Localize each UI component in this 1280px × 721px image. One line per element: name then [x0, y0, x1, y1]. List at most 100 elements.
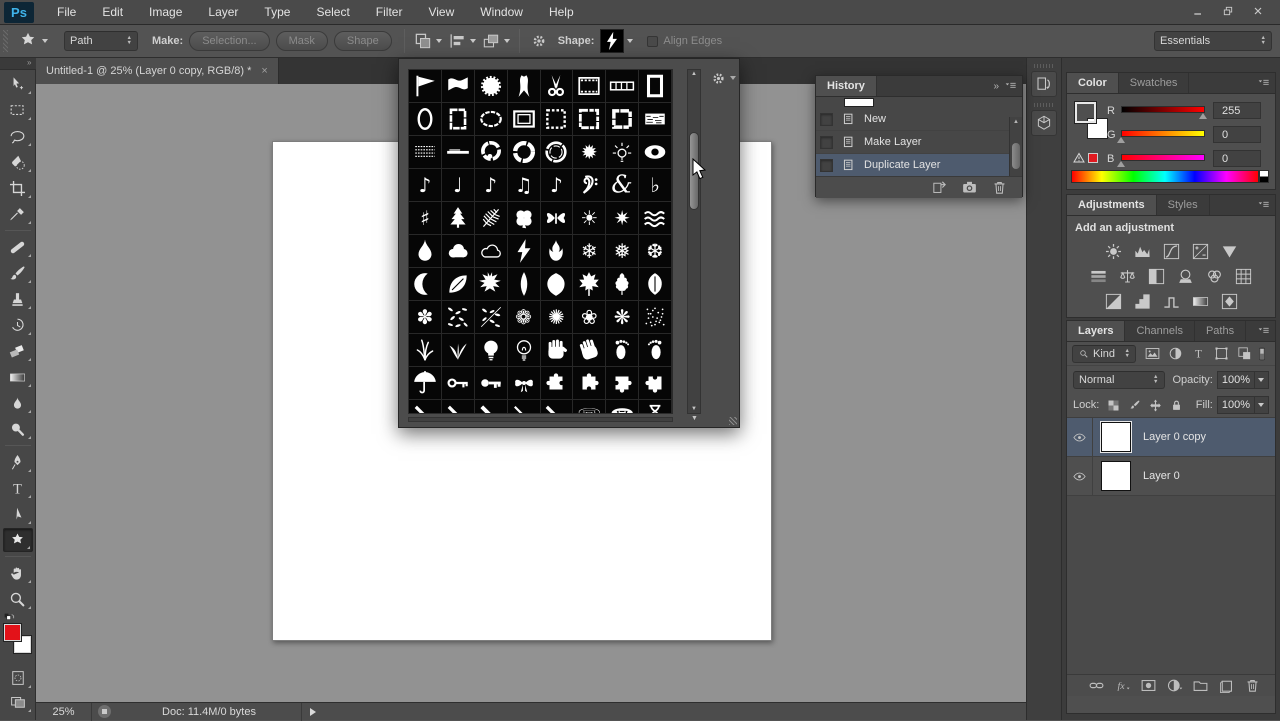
menu-select[interactable]: Select — [303, 1, 362, 23]
shape-clover[interactable] — [508, 202, 541, 235]
shape-stamp-frame[interactable] — [541, 103, 574, 136]
shape-key-1[interactable] — [442, 367, 475, 400]
toolbar-collapse-button[interactable]: » — [0, 58, 36, 70]
arrange-paths-icon[interactable] — [480, 29, 512, 53]
filter-picture-icon[interactable] — [1142, 345, 1162, 363]
shape-fire[interactable] — [541, 235, 574, 268]
make-button-selection[interactable]: Selection... — [189, 31, 269, 51]
align-edges-checkbox[interactable] — [647, 36, 658, 47]
tool-brush[interactable] — [3, 261, 33, 285]
shape-grass-2[interactable] — [442, 334, 475, 367]
shape-scattered-leaves-1[interactable] — [442, 301, 475, 334]
tool-mode-select[interactable]: Path — [64, 31, 138, 51]
close-icon[interactable]: × — [261, 65, 267, 77]
filter-shape-icon[interactable] — [1211, 345, 1231, 363]
shape-scattered-leaves-2[interactable] — [475, 301, 508, 334]
shape-bow[interactable] — [508, 367, 541, 400]
shape-oval-frame[interactable] — [409, 103, 442, 136]
adjustment-levels-icon[interactable] — [1131, 241, 1153, 261]
tab-adjustments[interactable]: Adjustments — [1067, 195, 1157, 215]
shape-eighth-note[interactable]: ♪ — [409, 169, 442, 202]
collapsed-3d-panel-icon[interactable] — [1031, 110, 1057, 136]
menu-image[interactable]: Image — [136, 1, 195, 23]
shape-leaf-2[interactable] — [508, 268, 541, 301]
history-source-checkbox[interactable] — [820, 113, 833, 126]
shape-diagonal-5[interactable] — [541, 400, 574, 414]
filter-type-icon[interactable]: T — [1188, 345, 1208, 363]
shape-sun[interactable]: ☀ — [573, 202, 606, 235]
shape-footprint-1[interactable] — [606, 334, 639, 367]
shape-picture-frame[interactable] — [508, 103, 541, 136]
make-button-mask[interactable]: Mask — [276, 31, 328, 51]
shape-daisy[interactable]: ✺ — [541, 301, 574, 334]
foreground-color-swatch[interactable] — [4, 624, 21, 641]
opacity-value[interactable]: 100% — [1217, 371, 1269, 389]
menu-view[interactable]: View — [415, 1, 467, 23]
tool-dodge[interactable] — [3, 417, 33, 441]
shape-leaf-1[interactable] — [442, 268, 475, 301]
slider-thumb[interactable] — [1117, 161, 1125, 167]
layer-thumbnail[interactable] — [1101, 461, 1131, 491]
shape-stipple[interactable] — [639, 301, 672, 334]
shape-starburst[interactable]: ✷ — [606, 202, 639, 235]
resize-grip[interactable] — [729, 417, 737, 425]
collapse-chevrons-icon[interactable]: » — [993, 81, 997, 92]
shape-phone-outline[interactable]: ☏ — [573, 400, 606, 414]
adjustment-curves-icon[interactable] — [1160, 241, 1182, 261]
shape-leaf-4[interactable] — [606, 268, 639, 301]
shape-beamed-notes[interactable]: ♫ — [508, 169, 541, 202]
tool-eyedropper[interactable] — [3, 202, 33, 226]
zoom-field[interactable]: 25% — [36, 703, 92, 721]
shape-crescent-moon[interactable] — [409, 268, 442, 301]
lock-brush-icon[interactable] — [1126, 397, 1143, 414]
shape-rect-frame[interactable] — [442, 103, 475, 136]
shape-treble-clef[interactable]: & — [606, 169, 639, 202]
channel-slider[interactable] — [1121, 130, 1205, 137]
shape-bass-clef[interactable] — [573, 169, 606, 202]
shape-eighth-note-3[interactable]: ♪ — [541, 169, 574, 202]
shape-diagonal-1[interactable] — [409, 400, 442, 414]
shape-flat[interactable]: ♭ — [639, 169, 672, 202]
color-spectrum-ramp[interactable] — [1071, 170, 1259, 183]
shape-maple-leaf-2[interactable] — [573, 268, 606, 301]
shape-pennant[interactable] — [409, 70, 442, 103]
adjustment-vibrance-icon[interactable] — [1218, 241, 1240, 261]
tool-zoom[interactable] — [3, 587, 33, 611]
current-shape-thumbnail[interactable] — [600, 29, 624, 53]
adjustment-photo-filter-icon[interactable] — [1175, 266, 1197, 286]
tab-channels[interactable]: Channels — [1125, 321, 1194, 341]
shape-sharp[interactable]: ♯ — [409, 202, 442, 235]
shape-texture-block[interactable] — [639, 103, 672, 136]
shape-puzzle-2[interactable] — [573, 367, 606, 400]
make-button-shape[interactable]: Shape — [334, 31, 392, 51]
fill-value[interactable]: 100% — [1217, 396, 1269, 414]
shape-quarter-note[interactable]: ♩ — [442, 169, 475, 202]
channel-value[interactable]: 0 — [1213, 126, 1261, 143]
menu-filter[interactable]: Filter — [363, 1, 416, 23]
lock-all-icon[interactable] — [1168, 397, 1185, 414]
tool-custom-shape[interactable] — [3, 528, 33, 552]
combine-shapes-icon[interactable] — [412, 29, 444, 53]
layers-mask-button[interactable] — [1139, 677, 1157, 695]
channel-slider[interactable] — [1121, 154, 1205, 161]
panel-menu-icon[interactable] — [1256, 75, 1272, 91]
menu-layer[interactable]: Layer — [195, 1, 251, 23]
shape-hand-2[interactable] — [573, 334, 606, 367]
close-button[interactable] — [1244, 3, 1274, 21]
channel-value[interactable]: 0 — [1213, 150, 1261, 167]
shape-grass-1[interactable] — [409, 334, 442, 367]
shape-snowflake-2[interactable]: ❅ — [606, 235, 639, 268]
options-grip[interactable] — [3, 30, 8, 52]
blend-mode-select[interactable]: Normal — [1073, 371, 1165, 389]
tab-layers[interactable]: Layers — [1067, 321, 1125, 341]
tool-clone-stamp[interactable] — [3, 287, 33, 311]
adjustment-channel-mixer-icon[interactable] — [1204, 266, 1226, 286]
shape-puzzle-3[interactable] — [606, 367, 639, 400]
shape-picker-scrollbar[interactable]: ▲ ▼ — [687, 69, 701, 414]
screen-mode-button[interactable] — [3, 690, 33, 714]
tab-styles[interactable]: Styles — [1157, 195, 1210, 215]
shape-splatter[interactable]: ✹ — [573, 136, 606, 169]
shape-seal[interactable] — [475, 70, 508, 103]
filter-adjustment-icon[interactable] — [1165, 345, 1185, 363]
visibility-well[interactable] — [1067, 418, 1093, 457]
